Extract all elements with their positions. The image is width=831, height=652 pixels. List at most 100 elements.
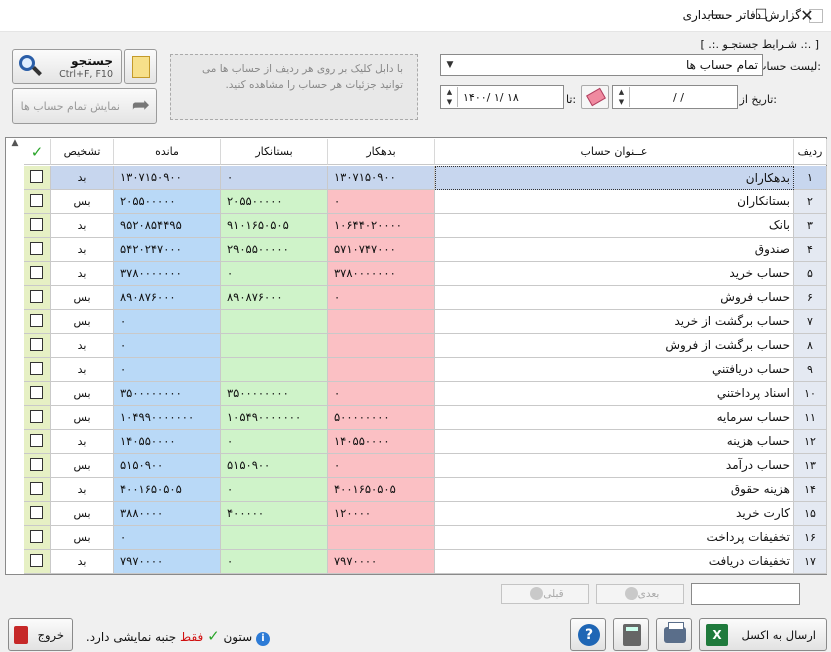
print-button[interactable] [656, 618, 692, 651]
date-to-field[interactable]: ▲ ▼ ۱۴۰۰/ ۱/ ۱۸ [440, 85, 564, 109]
clear-date-button[interactable] [581, 85, 609, 109]
row-debit: ۰ [328, 382, 435, 406]
row-checkbox[interactable] [30, 170, 43, 183]
row-index: ۵ [794, 262, 827, 286]
row-checkbox[interactable] [30, 482, 43, 495]
row-index: ۷ [794, 310, 827, 334]
table-row[interactable]: بس ۲۰۵۵۰۰۰۰۰ ۲۰۵۵۰۰۰۰۰ ۰ بستانکاران ۲ [24, 190, 827, 214]
info-icon: i [256, 632, 270, 646]
table-row[interactable]: بد ۱۴۰۵۵۰۰۰۰ ۰ ۱۴۰۵۵۰۰۰۰ حساب هزينه ۱۲ [24, 430, 827, 454]
row-checkbox[interactable] [30, 338, 43, 351]
table-row[interactable]: بد ۷۹۷۰۰۰۰ ۰ ۷۹۷۰۰۰۰ تخفيفات دريافت ۱۷ [24, 550, 827, 574]
account-list-select[interactable]: تمام حساب ها ▼ [440, 54, 763, 76]
row-checkbox[interactable] [30, 362, 43, 375]
row-check-cell [24, 358, 51, 382]
row-checkbox[interactable] [30, 314, 43, 327]
row-balance: ۵۴۲۰۲۴۷۰۰۰ [114, 238, 221, 262]
exit-button[interactable]: خروج [8, 618, 73, 651]
row-credit: ۴۰۰۰۰۰ [221, 502, 328, 526]
row-checkbox[interactable] [30, 386, 43, 399]
row-balance: ۳۵۰۰۰۰۰۰۰۰ [114, 382, 221, 406]
row-checkbox[interactable] [30, 530, 43, 543]
row-index: ۱۶ [794, 526, 827, 550]
row-checkbox[interactable] [30, 458, 43, 471]
table-row[interactable]: بد ۰ حساب برگشت از فروش ۸ [24, 334, 827, 358]
row-check-cell [24, 262, 51, 286]
row-checkbox[interactable] [30, 194, 43, 207]
table-row[interactable]: بد ۳۷۸۰۰۰۰۰۰۰ ۰ ۳۷۸۰۰۰۰۰۰۰ حساب خرید ۵ [24, 262, 827, 286]
header-title[interactable]: عــنوان حساب [435, 139, 794, 165]
show-all-accounts-button[interactable]: نمایش تمام حساب ها ➦ [12, 88, 157, 124]
header-check[interactable]: ✓ [24, 139, 51, 165]
title-bar: گزارش دفاتر حسابداری ✕ ☐ — [0, 0, 831, 32]
row-checkbox[interactable] [30, 554, 43, 567]
next-page-button[interactable]: بعدی [596, 584, 684, 604]
header-index[interactable]: ردیف [794, 139, 827, 165]
table-row[interactable]: بد ۴۰۰۱۶۵۰۵۰۵ ۰ ۴۰۰۱۶۵۰۵۰۵ هزينه حقوق ۱۴ [24, 478, 827, 502]
row-check-cell [24, 190, 51, 214]
date-to-label: تا: [566, 93, 577, 106]
row-diagnosis: بس [51, 526, 114, 550]
row-checkbox[interactable] [30, 410, 43, 423]
row-diagnosis: بس [51, 502, 114, 526]
close-button[interactable]: ✕ [784, 0, 830, 31]
row-checkbox[interactable] [30, 242, 43, 255]
row-checkbox[interactable] [30, 506, 43, 519]
table-row[interactable]: بد ۰ حساب دريافتني ۹ [24, 358, 827, 382]
export-excel-button[interactable]: X ارسال به اکسل [699, 618, 827, 651]
row-title: حساب فروش [435, 286, 794, 310]
header-debit[interactable]: بدهکار [328, 139, 435, 165]
date-from-field[interactable]: ▲ ▼ / / [612, 85, 738, 109]
table-row[interactable]: بد ۵۴۲۰۲۴۷۰۰۰ ۲۹۰۵۵۰۰۰۰۰ ۵۷۱۰۷۴۷۰۰۰ صندوق ۴ [24, 238, 827, 262]
accounts-grid[interactable]: ▲ ✓ تشخیص مانده بستانکار بدهکار عــنوان … [5, 137, 827, 575]
row-index: ۱۵ [794, 502, 827, 526]
search-button-label: جستجو [71, 54, 113, 68]
row-checkbox[interactable] [30, 434, 43, 447]
arrow-up-icon [530, 587, 544, 600]
row-diagnosis: بس [51, 382, 114, 406]
search-shortcut: Ctrl+F, F10 [59, 69, 113, 80]
header-diagnosis[interactable]: تشخیص [51, 139, 114, 165]
row-checkbox[interactable] [30, 266, 43, 279]
row-debit: ۷۹۷۰۰۰۰ [328, 550, 435, 574]
row-debit: ۰ [328, 286, 435, 310]
grid-corner-arrow[interactable]: ▲ [6, 138, 24, 152]
clear-filters-button[interactable] [124, 49, 157, 84]
row-balance: ۲۰۵۵۰۰۰۰۰ [114, 190, 221, 214]
row-debit [328, 310, 435, 334]
page-input[interactable] [691, 583, 800, 605]
row-debit: ۳۷۸۰۰۰۰۰۰۰ [328, 262, 435, 286]
table-row[interactable]: بس ۱۰۴۹۹۰۰۰۰۰۰۰ ۱۰۵۴۹۰۰۰۰۰۰۰ ۵۰۰۰۰۰۰۰۰ حساب … [24, 406, 827, 430]
minimize-button[interactable]: — [692, 0, 738, 31]
table-row[interactable]: بد ۹۵۲۰۸۵۴۴۹۵ ۹۱۰۱۶۵۰۵۰۵ ۱۰۶۴۴۰۲۰۰۰۰ بانک ۳ [24, 214, 827, 238]
table-row[interactable]: بس ۳۸۸۰۰۰۰ ۴۰۰۰۰۰ ۱۲۰۰۰۰ کارت خريد ۱۵ [24, 502, 827, 526]
row-balance: ۱۰۴۹۹۰۰۰۰۰۰۰ [114, 406, 221, 430]
search-group-legend: [ .:. شـرایط جستجـو .:. ] [700, 38, 819, 51]
row-balance: ۱۳۰۷۱۵۰۹۰۰ [114, 166, 221, 190]
prev-page-button[interactable]: قبلی [501, 584, 589, 604]
table-row[interactable]: بس ۵۱۵۰۹۰۰ ۵۱۵۰۹۰۰ ۰ حساب درآمد ۱۳ [24, 454, 827, 478]
calculator-icon [623, 624, 641, 646]
arrow-down-icon [624, 587, 638, 600]
row-index: ۶ [794, 286, 827, 310]
table-row[interactable]: بس ۸۹۰۸۷۶۰۰۰ ۸۹۰۸۷۶۰۰۰ ۰ حساب فروش ۶ [24, 286, 827, 310]
table-row[interactable]: بس ۰ حساب برگشت از خرید ۷ [24, 310, 827, 334]
row-checkbox[interactable] [30, 290, 43, 303]
table-row[interactable]: بد ۱۳۰۷۱۵۰۹۰۰ ۰ ۱۳۰۷۱۵۰۹۰۰ بدهکاران ۱ [24, 166, 827, 190]
row-index: ۱۴ [794, 478, 827, 502]
date-from-spinner[interactable]: ▲ ▼ [614, 87, 630, 107]
row-check-cell [24, 550, 51, 574]
header-balance[interactable]: مانده [114, 139, 221, 165]
header-credit[interactable]: بستانکار [221, 139, 328, 165]
search-button[interactable]: جستجو Ctrl+F, F10 [12, 49, 122, 84]
row-check-cell [24, 502, 51, 526]
table-row[interactable]: بس ۰ تخفيفات پرداخت ۱۶ [24, 526, 827, 550]
help-button[interactable]: ? [570, 618, 606, 651]
date-to-spinner[interactable]: ▲ ▼ [442, 87, 458, 107]
row-check-cell [24, 454, 51, 478]
row-credit: ۰ [221, 478, 328, 502]
table-row[interactable]: بس ۳۵۰۰۰۰۰۰۰۰ ۳۵۰۰۰۰۰۰۰۰ ۰ اسناد پرداختني ۱۰ [24, 382, 827, 406]
calculator-button[interactable] [613, 618, 649, 651]
maximize-button[interactable]: ☐ [738, 0, 784, 31]
row-checkbox[interactable] [30, 218, 43, 231]
